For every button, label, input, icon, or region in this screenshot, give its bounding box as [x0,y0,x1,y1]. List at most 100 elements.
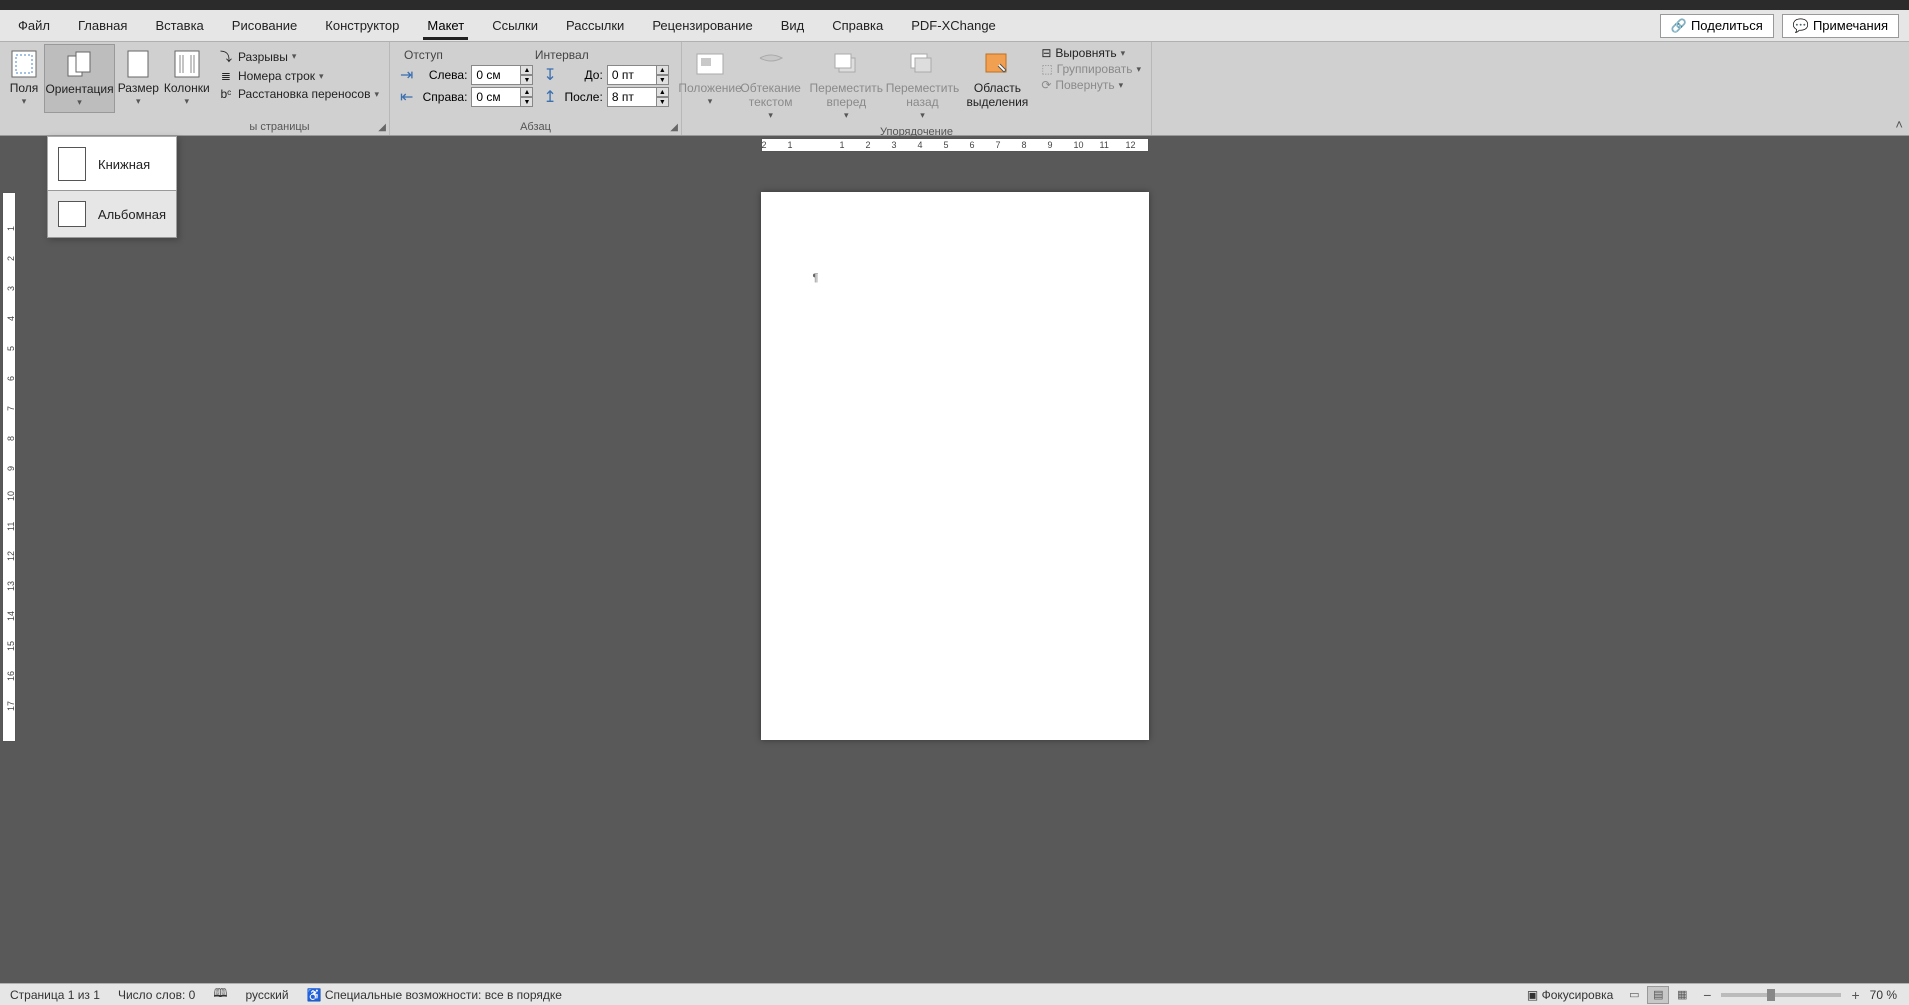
share-label: Поделиться [1691,18,1763,33]
accessibility-status[interactable]: ♿ Специальные возможности: все в порядке [307,988,562,1002]
chevron-down-icon: ▾ [319,71,324,82]
chevron-down-icon: ▾ [844,110,849,121]
rotate-label: Повернуть [1055,78,1114,92]
columns-button[interactable]: Колонки ▾ [162,44,212,111]
size-icon [122,48,154,80]
language-status[interactable]: русский [245,988,288,1002]
spacing-after-icon: ↥ [543,87,556,107]
wrap-text-button[interactable]: Обтекание текстом ▾ [734,44,807,125]
chevron-down-icon: ▾ [920,110,925,121]
bring-forward-button[interactable]: Переместить вперед ▾ [807,44,885,125]
zoom-level[interactable]: 70 % [1870,988,1897,1002]
landscape-icon [58,201,86,227]
menu-review[interactable]: Рецензирование [638,12,766,39]
send-backward-button[interactable]: Переместить назад ▾ [885,44,959,125]
orientation-label: Ориентация [45,83,113,97]
web-layout-button[interactable]: ▦ [1671,986,1693,1004]
indent-right-icon: ⇤ [400,87,413,107]
ribbon: Поля ▾ Ориентация ▾ Размер ▾ [0,42,1909,136]
chevron-down-icon: ▾ [185,96,190,107]
portrait-icon [58,147,86,181]
wrap-text-label: Обтекание текстом [740,82,801,110]
rotate-icon: ⟳ [1041,78,1051,92]
menu-layout[interactable]: Макет [413,12,478,39]
size-button[interactable]: Размер ▾ [115,44,162,111]
chevron-down-icon: ▾ [1136,64,1141,75]
size-label: Размер [118,82,159,96]
menu-pdfxchange[interactable]: PDF-XChange [897,12,1010,39]
breaks-button[interactable]: ⤵ Разрывы ▾ [212,46,385,67]
chevron-down-icon: ▾ [1121,48,1126,59]
comment-icon: 💬 [1793,18,1809,34]
chevron-down-icon: ▾ [136,96,141,107]
document-page[interactable]: ¶ [761,192,1149,740]
zoom-in-button[interactable]: + [1851,987,1859,1003]
page-count[interactable]: Страница 1 из 1 [10,988,100,1002]
selection-pane-label: Область выделения [966,82,1030,110]
indent-left-icon: ⇥ [400,65,413,85]
share-button[interactable]: 🔗 Поделиться [1660,14,1774,38]
breaks-icon: ⤵ [218,48,234,65]
menu-help[interactable]: Справка [818,12,897,39]
orientation-landscape-item[interactable]: Альбомная [47,190,177,238]
spacing-after-label: После: [561,90,603,104]
landscape-label: Альбомная [98,207,166,222]
read-mode-button[interactable]: ▭ [1623,986,1645,1004]
margins-button[interactable]: Поля ▾ [4,44,44,111]
indent-left-label: Слева: [417,68,467,82]
menu-references[interactable]: Ссылки [478,12,552,39]
group-button[interactable]: ⬚ Группировать ▾ [1041,62,1141,76]
chevron-down-icon: ▾ [374,89,379,100]
spacing-before-label: До: [561,68,603,82]
rotate-button[interactable]: ⟳ Повернуть ▾ [1041,78,1141,92]
group-icon: ⬚ [1041,62,1052,76]
indent-right-input[interactable]: ▲▼ [471,87,533,107]
collapse-ribbon-button[interactable]: ˄ [1895,117,1903,132]
chevron-down-icon: ▾ [292,51,297,62]
indent-header: Отступ [400,46,447,64]
orientation-portrait-item[interactable]: Книжная [48,137,176,191]
spellcheck-icon[interactable]: 🕮 [213,984,227,1005]
menu-file[interactable]: Файл [4,12,64,39]
line-numbers-button[interactable]: ≣ Номера строк ▾ [212,67,385,85]
line-numbers-icon: ≣ [218,69,234,83]
focus-mode-button[interactable]: ▣ Фокусировка [1527,988,1613,1002]
orientation-icon [64,49,96,81]
zoom-out-button[interactable]: − [1703,987,1711,1003]
horizontal-ruler[interactable]: 21123456789101112 [0,136,1909,154]
menu-insert[interactable]: Вставка [141,12,217,39]
page-setup-group-label: ы страницы [4,120,385,135]
position-icon [694,48,726,80]
zoom-slider[interactable] [1721,993,1841,997]
orientation-button[interactable]: Ориентация ▾ [44,44,115,113]
bring-forward-icon [830,48,862,80]
title-bar [0,0,1909,10]
selection-pane-icon [981,48,1013,80]
word-count[interactable]: Число слов: 0 [118,988,195,1002]
document-workspace: 21123456789101112 1234567891011121314151… [0,136,1909,983]
spacing-after-input[interactable]: ▲▼ [607,87,669,107]
page-setup-dialog-launcher[interactable]: ◢ [378,122,386,133]
selection-pane-button[interactable]: Область выделения [960,44,1036,114]
menu-mailings[interactable]: Рассылки [552,12,638,39]
breaks-label: Разрывы [238,50,288,64]
indent-left-input[interactable]: ▲▼ [471,65,533,85]
align-icon: ⊟ [1041,46,1051,60]
menu-home[interactable]: Главная [64,12,141,39]
paragraph-dialog-launcher[interactable]: ◢ [670,122,678,133]
comments-button[interactable]: 💬 Примечания [1782,14,1899,38]
columns-icon [171,48,203,80]
menu-design[interactable]: Конструктор [311,12,413,39]
position-button[interactable]: Положение ▾ [686,44,734,111]
comments-label: Примечания [1813,18,1888,33]
hyphenation-button[interactable]: bᶜ Расстановка переносов ▾ [212,85,385,103]
spacing-before-input[interactable]: ▲▼ [607,65,669,85]
menu-draw[interactable]: Рисование [218,12,311,39]
menu-view[interactable]: Вид [767,12,819,39]
spacing-header: Интервал [531,46,593,64]
align-button[interactable]: ⊟ Выровнять ▾ [1041,46,1141,60]
chevron-down-icon: ▾ [1119,80,1124,91]
chevron-down-icon: ▾ [708,96,713,107]
vertical-ruler[interactable]: 1234567891011121314151617 [0,154,18,983]
print-layout-button[interactable]: ▤ [1647,986,1669,1004]
